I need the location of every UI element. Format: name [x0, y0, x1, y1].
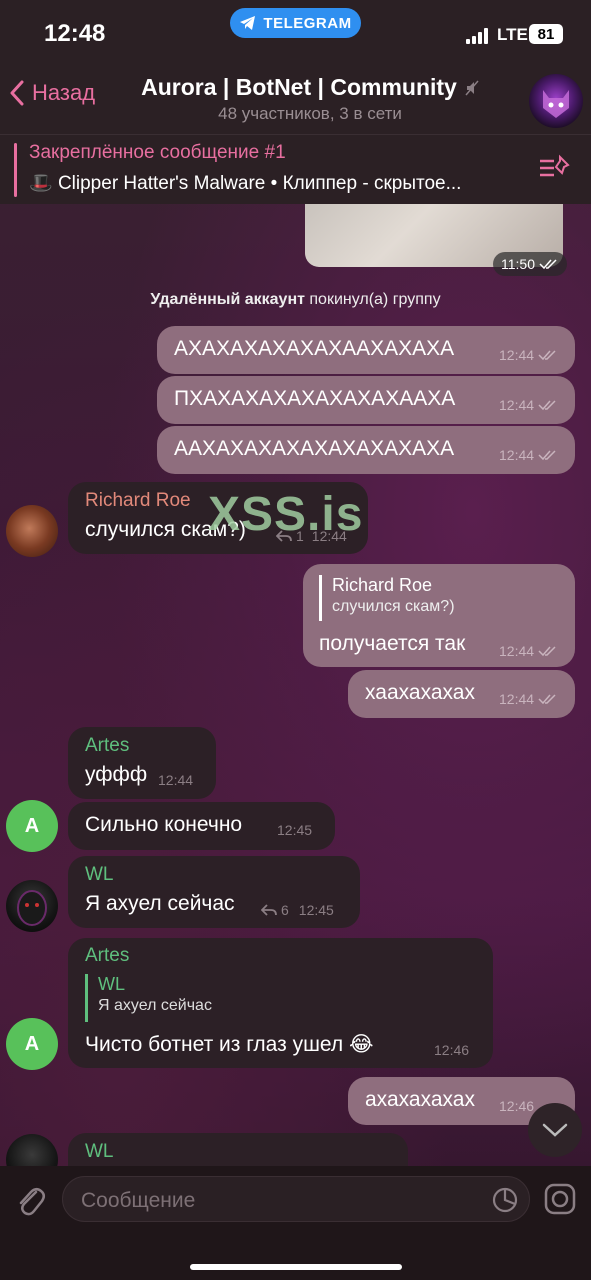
message-meta: 12:46 — [434, 1042, 470, 1058]
sender-name[interactable]: Artes — [85, 735, 129, 757]
message-text: Сильно конечно — [85, 813, 243, 836]
avatar-wl[interactable] — [6, 880, 58, 932]
message-meta: 12:44 — [499, 347, 558, 363]
masked-face-icon — [17, 890, 47, 926]
service-action: покинул(а) группу — [304, 291, 441, 308]
sender-name[interactable]: Richard Roe — [85, 490, 191, 512]
back-button[interactable]: Назад — [10, 80, 95, 106]
avatar-richard-roe[interactable] — [6, 505, 58, 557]
group-avatar[interactable] — [529, 74, 583, 128]
message-meta: 12:44 — [499, 397, 558, 413]
incoming-message[interactable] — [68, 1133, 408, 1166]
reply-arrow-icon[interactable] — [261, 904, 277, 916]
message-meta: 12:44 — [499, 691, 558, 707]
message-text: хаахахахах — [365, 681, 475, 704]
avatar-artes[interactable]: A — [6, 800, 58, 852]
message-text: уффф — [85, 763, 148, 786]
message-meta: 12:44 — [499, 643, 558, 659]
muted-icon — [465, 80, 479, 95]
scroll-down-button[interactable] — [528, 1103, 582, 1157]
camera-icon — [544, 1183, 576, 1215]
battery-icon: 81 — [529, 24, 563, 44]
reply-sender: WL — [98, 974, 125, 994]
pinned-list-icon[interactable] — [538, 153, 570, 188]
photo-timestamp: 11:50 — [493, 252, 567, 276]
sticker-icon — [492, 1187, 518, 1213]
telegram-pill-label: TELEGRAM — [263, 14, 352, 32]
attach-button[interactable] — [14, 1182, 46, 1223]
double-check-icon — [539, 259, 557, 270]
message-meta: 12:44 — [499, 447, 558, 463]
message-text: ахахахахах — [365, 1088, 475, 1111]
back-label: Назад — [32, 80, 96, 105]
reply-text: Я ахуел сейчас — [98, 997, 212, 1014]
network-type: LTE — [497, 25, 528, 44]
double-check-icon — [538, 450, 556, 461]
telegram-pill[interactable]: TELEGRAM — [230, 8, 361, 38]
reply-sender: Richard Roe — [332, 575, 433, 595]
pinned-title: Закреплённое сообщение #1 — [29, 142, 286, 163]
pinned-message-bar[interactable]: Закреплённое сообщение #1 🎩 Clipper Hatt… — [0, 134, 591, 204]
message-meta: 6 12:45 — [261, 902, 334, 918]
message-text: Чисто ботнет из глаз ушел 😂 — [85, 1033, 374, 1056]
message-meta: 12:46 — [499, 1098, 535, 1114]
telegram-icon — [240, 16, 256, 30]
message-input-placeholder: Сообщение — [81, 1189, 196, 1212]
double-check-icon — [538, 350, 556, 361]
message-meta: 12:45 — [277, 822, 313, 838]
service-actor: Удалённый аккаунт — [150, 291, 305, 308]
chat-title: Aurora | BotNet | Community — [141, 74, 457, 100]
sender-name[interactable]: WL — [85, 864, 114, 886]
status-time: 12:48 — [44, 20, 106, 47]
camera-button[interactable] — [543, 1182, 577, 1221]
cat-logo-icon — [543, 90, 569, 118]
reply-quote[interactable]: Richard Roe случился скам?) — [319, 575, 455, 621]
message-composer: Сообщение — [0, 1166, 591, 1280]
chevron-down-icon — [542, 1123, 568, 1137]
reply-text: случился скам?) — [332, 598, 455, 615]
message-text: Я ахуел сейчас — [85, 892, 235, 915]
paperclip-icon — [19, 1188, 45, 1216]
avatar-artes[interactable]: A — [6, 1018, 58, 1070]
double-check-icon — [538, 400, 556, 411]
message-text: получается так — [319, 632, 466, 655]
double-check-icon — [538, 646, 556, 657]
sticker-button[interactable] — [491, 1186, 519, 1219]
signal-icon — [466, 28, 488, 44]
status-bar: 12:48 TELEGRAM LTE 81 — [0, 0, 591, 60]
chevron-left-icon — [10, 80, 24, 106]
pinned-text: Clipper Hatter's Malware • Клиппер - скр… — [57, 173, 462, 194]
chat-subtitle: 48 участников, 3 в сети — [218, 104, 402, 123]
pinned-indicator — [14, 143, 17, 197]
chat-title-area[interactable]: Aurora | BotNet | Community 48 участнико… — [110, 74, 510, 124]
home-indicator — [190, 1264, 402, 1270]
message-text: АХАХАХАХАХАХААХАХАХА — [174, 337, 455, 360]
message-text: ААХАХАХАХАХАХАХАХАХА — [174, 437, 455, 460]
watermark: XSS.is — [208, 488, 364, 541]
message-meta: 12:44 — [158, 772, 194, 788]
top-hat-emoji: 🎩 — [29, 173, 53, 194]
reply-quote[interactable]: WL Я ахуел сейчас — [85, 974, 212, 1022]
sender-name[interactable]: WL — [85, 1141, 114, 1163]
message-text: ПХАХАХАХАХАХАХАХААХА — [174, 387, 456, 410]
message-input[interactable]: Сообщение — [62, 1176, 530, 1222]
chat-header: Назад Aurora | BotNet | Community 48 уча… — [0, 60, 591, 134]
avatar-wl[interactable] — [6, 1134, 58, 1166]
service-message: Удалённый аккаунт покинул(а) группу — [0, 291, 591, 309]
double-check-icon — [538, 694, 556, 705]
pinned-preview: 🎩 Clipper Hatter's Malware • Клиппер - с… — [29, 171, 549, 195]
message-list[interactable]: 11:50 Удалённый аккаунт покинул(а) групп… — [0, 204, 591, 1166]
sender-name[interactable]: Artes — [85, 945, 129, 967]
